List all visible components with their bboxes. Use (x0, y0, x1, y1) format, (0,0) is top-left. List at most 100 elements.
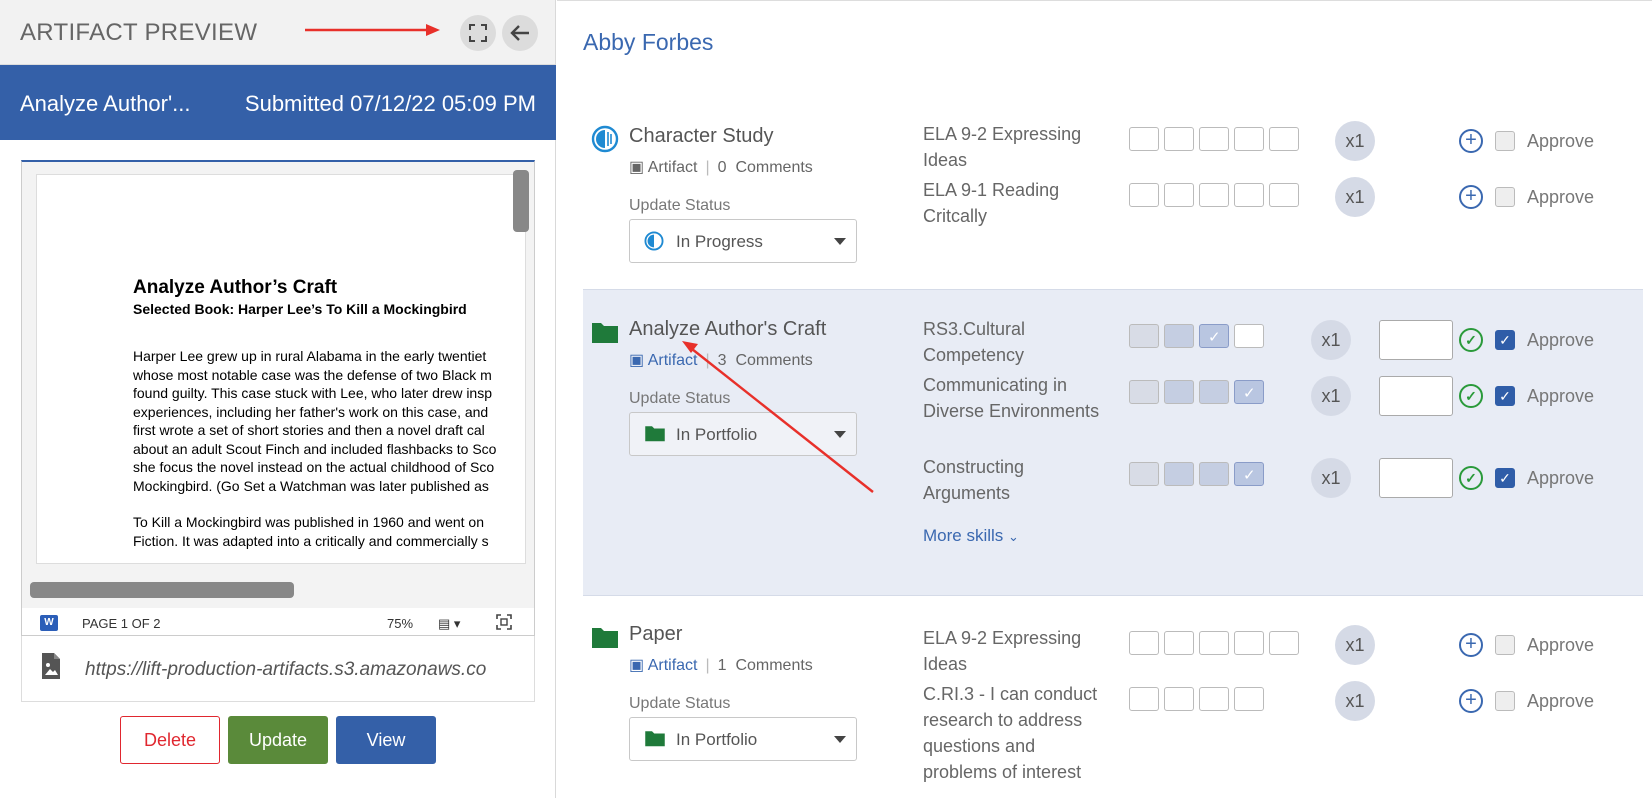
rating-box[interactable] (1199, 183, 1229, 207)
delete-button[interactable]: Delete (120, 716, 220, 764)
document-viewer[interactable]: Analyze Author’s Craft Selected Book: Ha… (21, 160, 535, 636)
rating-box[interactable] (1164, 631, 1194, 655)
artifact-link[interactable]: Artifact (648, 159, 698, 176)
rating-box[interactable] (1129, 687, 1159, 711)
add-score-icon[interactable]: + (1459, 633, 1483, 657)
artifact-section: Paper ▣ Artifact | 1 Comments Update Statu… (583, 599, 1643, 799)
rating-box[interactable] (1234, 183, 1264, 207)
status-dropdown[interactable]: In Portfolio (629, 412, 857, 456)
rating-box[interactable] (1199, 462, 1229, 486)
rating-box[interactable] (1129, 380, 1159, 404)
approve-checkbox[interactable]: ✓ (1495, 468, 1515, 488)
approve-label: Approve (1527, 386, 1595, 406)
skill-name: Communicating in Diverse Environments (923, 375, 1100, 421)
skill-name: C.RI.3 - I can conduct research to addre… (923, 684, 1098, 782)
vertical-scrollbar[interactable] (513, 170, 529, 232)
status-dropdown[interactable]: In Portfolio (629, 717, 857, 761)
doc-text-line: Mockingbird. (Go Set a Watchman was late… (133, 477, 489, 494)
multiplier-badge[interactable]: x1 (1311, 320, 1351, 360)
skill-rating[interactable] (1129, 183, 1299, 207)
rating-box[interactable]: ✓ (1234, 462, 1264, 486)
rating-box[interactable] (1129, 462, 1159, 486)
rating-box[interactable] (1234, 687, 1264, 711)
rating-box[interactable] (1199, 631, 1229, 655)
comments-link[interactable]: Comments (735, 352, 812, 369)
chevron-down-icon: ⌄ (1008, 529, 1019, 544)
rating-box[interactable] (1269, 631, 1299, 655)
skill-rating[interactable]: ✓ (1129, 380, 1264, 404)
multiplier-badge[interactable]: x1 (1335, 681, 1375, 721)
horizontal-scrollbar[interactable] (30, 582, 294, 598)
rating-box[interactable] (1234, 631, 1264, 655)
rating-box[interactable]: ✓ (1199, 324, 1229, 348)
approve-label: Approve (1527, 468, 1595, 488)
comments-link[interactable]: Comments (735, 159, 812, 176)
in-progress-icon (591, 125, 619, 153)
score-input[interactable] (1379, 458, 1453, 498)
rating-box[interactable]: ✓ (1234, 380, 1264, 404)
multiplier-badge[interactable]: x1 (1335, 177, 1375, 217)
more-skills-link[interactable]: More skills ⌄ (923, 526, 1019, 546)
fit-page-icon[interactable] (496, 614, 512, 633)
skill-name: Constructing Arguments (923, 457, 1025, 503)
rating-box[interactable] (1129, 631, 1159, 655)
rating-box[interactable] (1164, 324, 1194, 348)
approve-checkbox[interactable] (1495, 131, 1515, 151)
approve-checkbox[interactable]: ✓ (1495, 386, 1515, 406)
rating-box[interactable] (1234, 127, 1264, 151)
rating-box[interactable] (1269, 127, 1299, 151)
multiplier-badge[interactable]: x1 (1335, 625, 1375, 665)
rating-box[interactable] (1129, 127, 1159, 151)
artifact-title[interactable]: Character Study (629, 125, 774, 148)
score-input[interactable] (1379, 320, 1453, 360)
rating-box[interactable] (1129, 183, 1159, 207)
approve-checkbox[interactable]: ✓ (1495, 330, 1515, 350)
zoom-level[interactable]: 75% (387, 616, 413, 631)
rating-box[interactable] (1199, 380, 1229, 404)
approve-checkbox[interactable] (1495, 691, 1515, 711)
artifact-title[interactable]: Paper (629, 623, 682, 646)
add-score-icon[interactable]: + (1459, 129, 1483, 153)
rating-box[interactable] (1234, 324, 1264, 348)
multiplier-badge[interactable]: x1 (1311, 458, 1351, 498)
image-icon: ▣ (629, 657, 645, 674)
folder-icon (592, 323, 618, 343)
status-dropdown[interactable]: In Progress (629, 219, 857, 263)
view-button[interactable]: View (336, 716, 436, 764)
multiplier-badge[interactable]: x1 (1311, 376, 1351, 416)
artifact-title[interactable]: Analyze Author's Craft (629, 318, 826, 341)
rating-box[interactable] (1199, 127, 1229, 151)
skill-rating[interactable] (1129, 127, 1299, 151)
artifact-link[interactable]: Artifact (648, 352, 698, 369)
more-skills-label: More skills (923, 526, 1004, 545)
rating-box[interactable] (1199, 687, 1229, 711)
multiplier-badge[interactable]: x1 (1335, 121, 1375, 161)
word-icon: W (40, 615, 58, 631)
score-input[interactable] (1379, 376, 1453, 416)
skill-rating[interactable]: ✓ (1129, 462, 1264, 486)
rating-box[interactable] (1164, 127, 1194, 151)
artifact-link[interactable]: Artifact (648, 657, 698, 674)
rating-box[interactable] (1164, 380, 1194, 404)
skill-name: ELA 9-2 Expressing Ideas (923, 124, 1082, 170)
skill-rating[interactable]: ✓ (1129, 324, 1264, 348)
skill-rating[interactable] (1129, 631, 1299, 655)
add-score-icon[interactable]: + (1459, 185, 1483, 209)
back-button[interactable] (502, 15, 538, 51)
comments-link[interactable]: Comments (735, 657, 812, 674)
add-score-icon[interactable]: + (1459, 689, 1483, 713)
approve-checkbox[interactable] (1495, 635, 1515, 655)
view-mode-icon[interactable]: ▤ ▾ (438, 616, 460, 632)
rating-box[interactable] (1129, 324, 1159, 348)
rating-box[interactable] (1164, 183, 1194, 207)
doc-text-line: she focus the novel instead on the actua… (133, 459, 495, 475)
approve-checkbox[interactable] (1495, 187, 1515, 207)
rating-box[interactable] (1164, 687, 1194, 711)
rating-box[interactable] (1164, 462, 1194, 486)
skill-rating[interactable] (1129, 687, 1264, 711)
update-button[interactable]: Update (228, 716, 328, 764)
rating-box[interactable] (1269, 183, 1299, 207)
image-icon: ▣ (629, 352, 645, 369)
fullscreen-button[interactable] (460, 15, 496, 51)
artifact-url[interactable]: https://lift-production-artifacts.s3.ama… (85, 659, 525, 681)
